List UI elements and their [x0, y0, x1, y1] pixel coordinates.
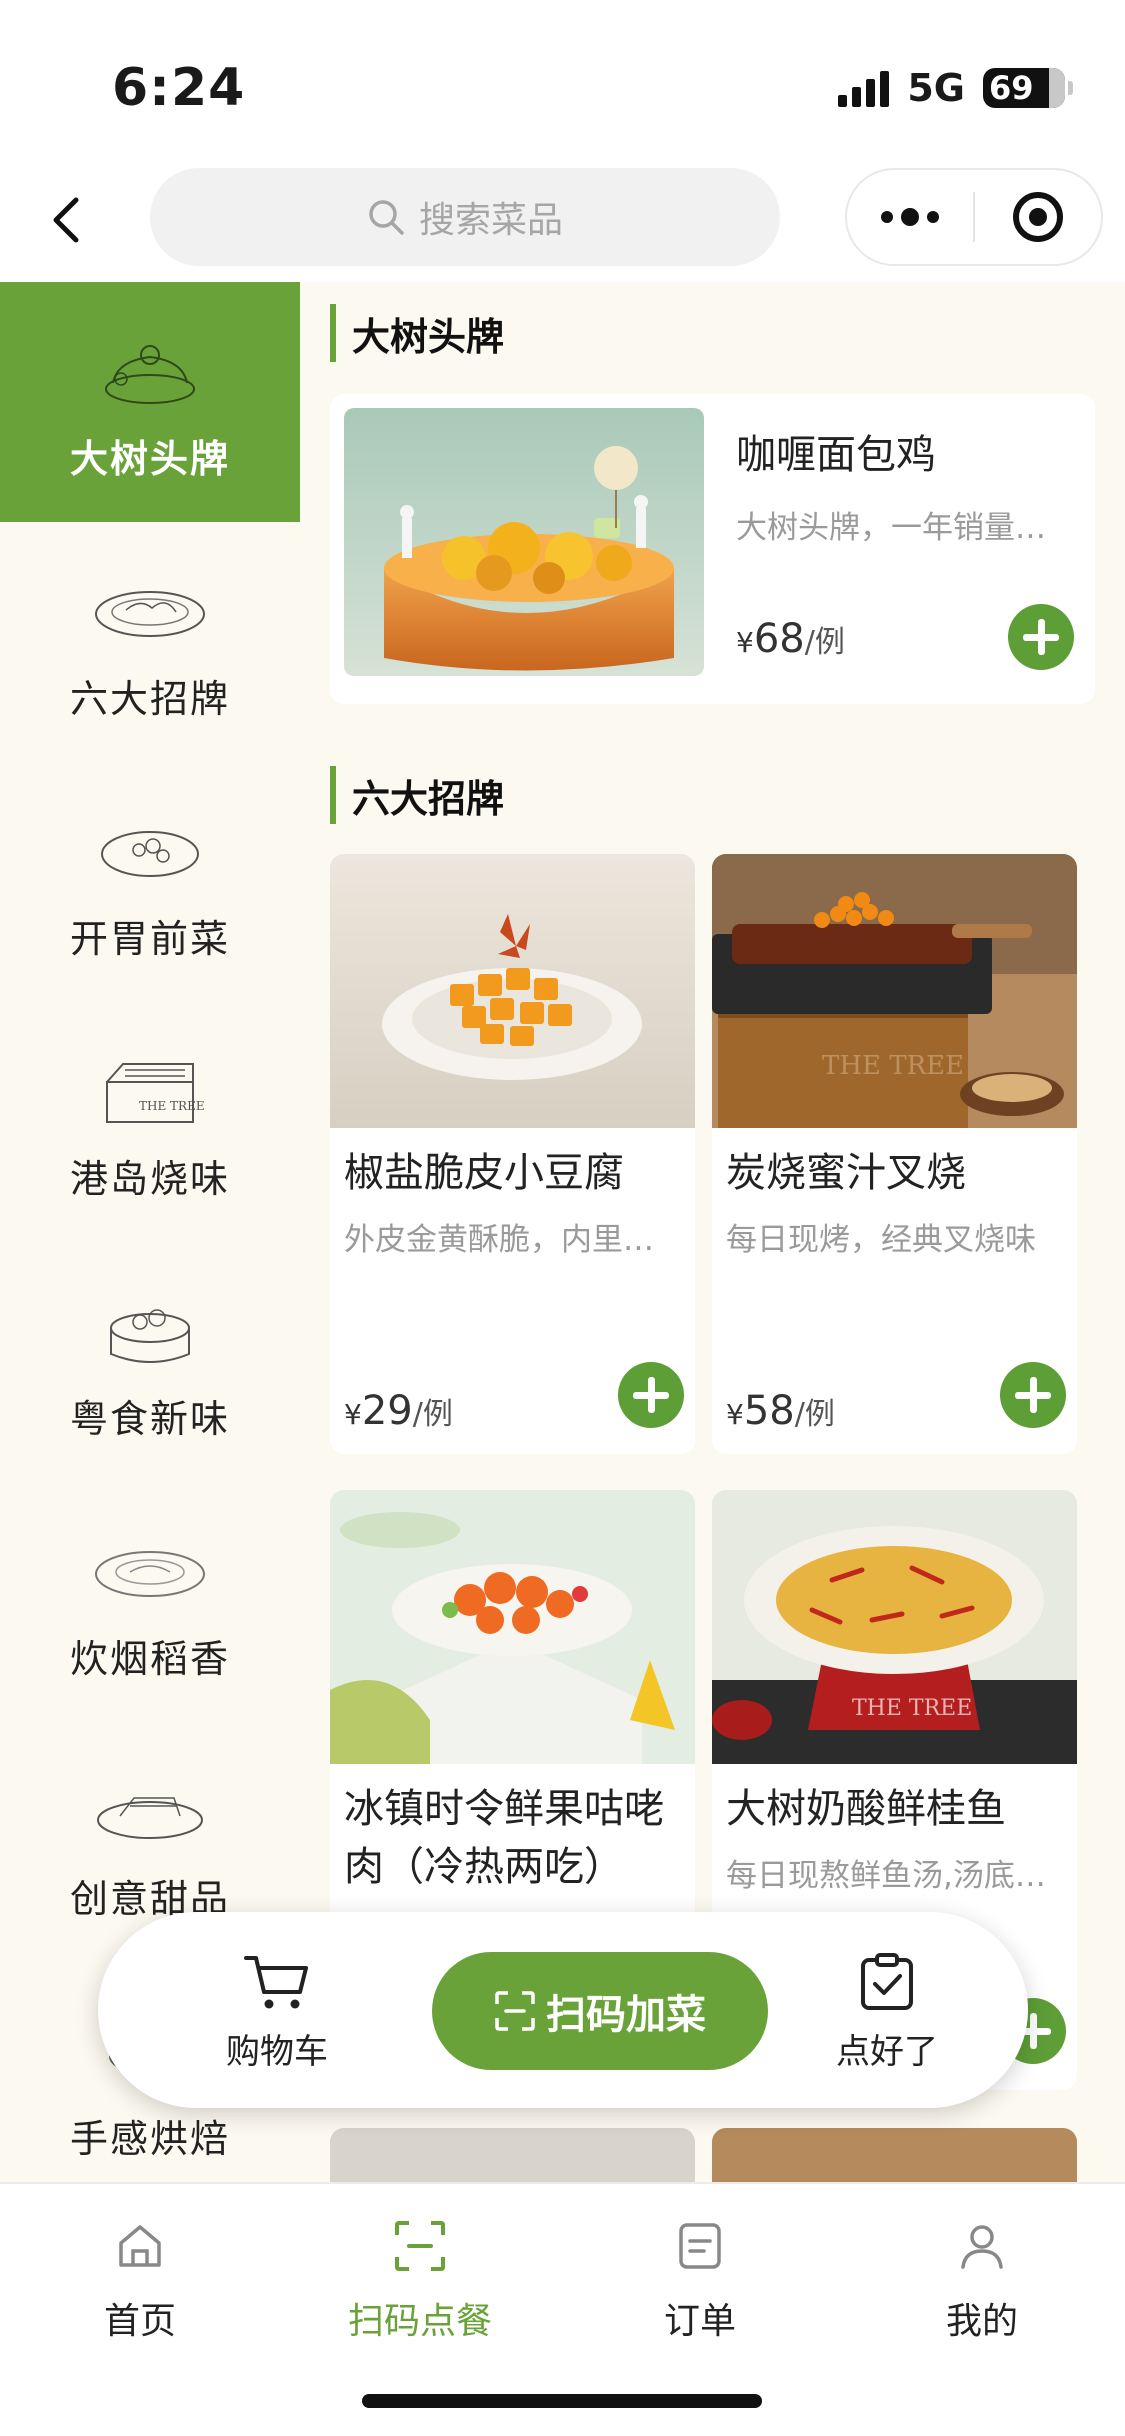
dish-description: 每日现烤，经典叉烧味 — [726, 1222, 1036, 1258]
tab-home[interactable]: 首页 — [40, 2218, 240, 2344]
tab-scan-order[interactable]: 扫码点餐 — [320, 2218, 520, 2344]
back-button[interactable] — [36, 190, 96, 250]
dish-photo — [330, 854, 695, 1128]
signal-icon — [838, 69, 890, 107]
search-placeholder: 搜索菜品 — [418, 200, 563, 241]
sidebar-item-label: 开胃前菜 — [69, 917, 230, 961]
close-button[interactable] — [975, 170, 1101, 264]
tab-label: 首页 — [103, 2301, 176, 2342]
cart-label: 购物车 — [226, 2032, 328, 2072]
sidebar-item-six-signatures[interactable]: 六大招牌 — [0, 522, 300, 762]
sidebar-item-label: 大树头牌 — [69, 437, 230, 481]
add-to-cart-button[interactable] — [618, 1362, 684, 1428]
sidebar-item-label: 粤食新味 — [69, 1397, 230, 1441]
add-to-cart-button[interactable] — [1000, 1362, 1066, 1428]
status-time: 6:24 — [112, 58, 246, 118]
order-list-icon — [672, 2218, 728, 2274]
search-icon — [369, 200, 404, 235]
scan-add-dish-button[interactable]: 扫码加菜 — [432, 1952, 768, 2070]
dish-card[interactable] — [712, 2128, 1077, 2182]
sidebar-item-rice[interactable]: 炊烟稻香 — [0, 1482, 300, 1722]
svg-text:THE TREE: THE TREE — [822, 1051, 964, 1081]
dish-price: ¥58/例 — [726, 1388, 835, 1434]
tab-label: 订单 — [663, 2301, 736, 2342]
sidebar-item-bbq[interactable]: THE TREE 港岛烧味 — [0, 1002, 300, 1242]
scan-icon — [495, 1991, 535, 2031]
navigation-bar: 搜索菜品 — [0, 160, 1125, 280]
dish-photo: THE TREE — [712, 854, 1077, 1128]
dish-price: ¥29/例 — [344, 1388, 453, 1434]
dish-card[interactable]: THE TREE 炭烧蜜汁叉烧 每日现烤，经典叉烧味 ¥58/例 — [712, 854, 1077, 1454]
dish-description: 大树头牌，一年销量… — [736, 510, 1046, 546]
target-circle-icon — [1012, 192, 1063, 242]
dish-name: 椒盐脆皮小豆腐 — [344, 1150, 624, 1196]
tab-orders[interactable]: 订单 — [600, 2218, 800, 2344]
user-icon — [954, 2218, 1010, 2274]
dish-name: 冰镇时令鲜果咕咾肉（冷热两吃） — [344, 1786, 664, 1890]
scan-add-label: 扫码加菜 — [546, 1992, 706, 2038]
menu-content: 大树头牌 咖喱面包鸡 大树头牌，一年销量… ¥68/例 六大招牌 椒盐脆皮小豆腐… — [300, 282, 1125, 2182]
bowl-sketch-icon — [90, 328, 210, 414]
svg-text:THE TREE: THE TREE — [139, 1099, 205, 1113]
dish-card[interactable]: 咖喱面包鸡 大树头牌，一年销量… ¥68/例 — [330, 394, 1095, 704]
add-to-cart-button[interactable] — [1008, 604, 1074, 670]
plate-sketch-icon — [90, 1528, 210, 1614]
section-title: 大树头牌 — [330, 304, 504, 362]
dish-description: 外皮金黄酥脆，内里… — [344, 1222, 654, 1258]
more-dots-icon — [881, 211, 893, 223]
plate-sketch-icon — [90, 568, 210, 654]
dish-card[interactable]: 椒盐脆皮小豆腐 外皮金黄酥脆，内里… ¥29/例 — [330, 854, 695, 1454]
order-action-bar: 购物车 扫码加菜 点好了 — [98, 1912, 1028, 2108]
dish-photo — [344, 408, 704, 676]
sidebar-item-label: 手感烘焙 — [69, 2117, 230, 2161]
tab-label: 扫码点餐 — [347, 2301, 492, 2342]
sidebar-item-label: 六大招牌 — [69, 677, 230, 721]
status-indicators: 5G 69 — [838, 66, 1073, 110]
network-label: 5G — [907, 66, 965, 110]
cart-button[interactable]: 购物车 — [226, 1952, 328, 2073]
grill-sketch-icon: THE TREE — [90, 1048, 210, 1134]
dish-price: ¥68/例 — [736, 616, 845, 662]
more-button[interactable] — [847, 170, 973, 264]
tab-label: 我的 — [945, 2301, 1018, 2342]
mini-program-capsule — [845, 168, 1103, 266]
category-sidebar: 大树头牌 六大招牌 开胃前菜 THE TREE 港岛烧味 粤食新味 炊烟稻香 创… — [0, 282, 300, 2182]
pot-sketch-icon — [90, 1288, 210, 1374]
sidebar-item-cantonese[interactable]: 粤食新味 — [0, 1242, 300, 1482]
status-bar: 6:24 5G 69 — [0, 0, 1125, 160]
dessert-sketch-icon — [90, 1768, 210, 1854]
scan-icon — [392, 2218, 448, 2274]
sidebar-item-label: 港岛烧味 — [69, 1157, 230, 1201]
section-title: 六大招牌 — [330, 766, 504, 824]
order-done-label: 点好了 — [836, 2032, 938, 2072]
sidebar-item-signature[interactable]: 大树头牌 — [0, 282, 300, 522]
home-icon — [112, 2218, 168, 2274]
battery-level: 69 — [989, 69, 1034, 107]
bowl-sketch-icon — [90, 808, 210, 894]
home-indicator[interactable] — [362, 2394, 762, 2408]
clipboard-check-icon — [861, 1953, 913, 2010]
dish-name: 大树奶酸鲜桂鱼 — [726, 1786, 1006, 1832]
tab-profile[interactable]: 我的 — [882, 2218, 1082, 2344]
dish-description: 每日现熬鲜鱼汤,汤底… — [726, 1858, 1046, 1894]
sidebar-item-appetizers[interactable]: 开胃前菜 — [0, 762, 300, 1002]
dish-photo — [330, 1490, 695, 1764]
dish-photo: THE TREE — [712, 1490, 1077, 1764]
dish-name: 炭烧蜜汁叉烧 — [726, 1150, 966, 1196]
cart-icon — [244, 1956, 308, 2009]
order-done-button[interactable]: 点好了 — [836, 1952, 938, 2073]
chevron-left-icon — [53, 197, 79, 243]
battery-icon: 69 — [983, 68, 1073, 108]
sidebar-item-label: 炊烟稻香 — [69, 1637, 230, 1681]
dish-name: 咖喱面包鸡 — [736, 432, 936, 478]
dish-card[interactable] — [330, 2128, 695, 2182]
search-input[interactable]: 搜索菜品 — [150, 168, 780, 266]
svg-text:THE TREE: THE TREE — [852, 1696, 972, 1721]
